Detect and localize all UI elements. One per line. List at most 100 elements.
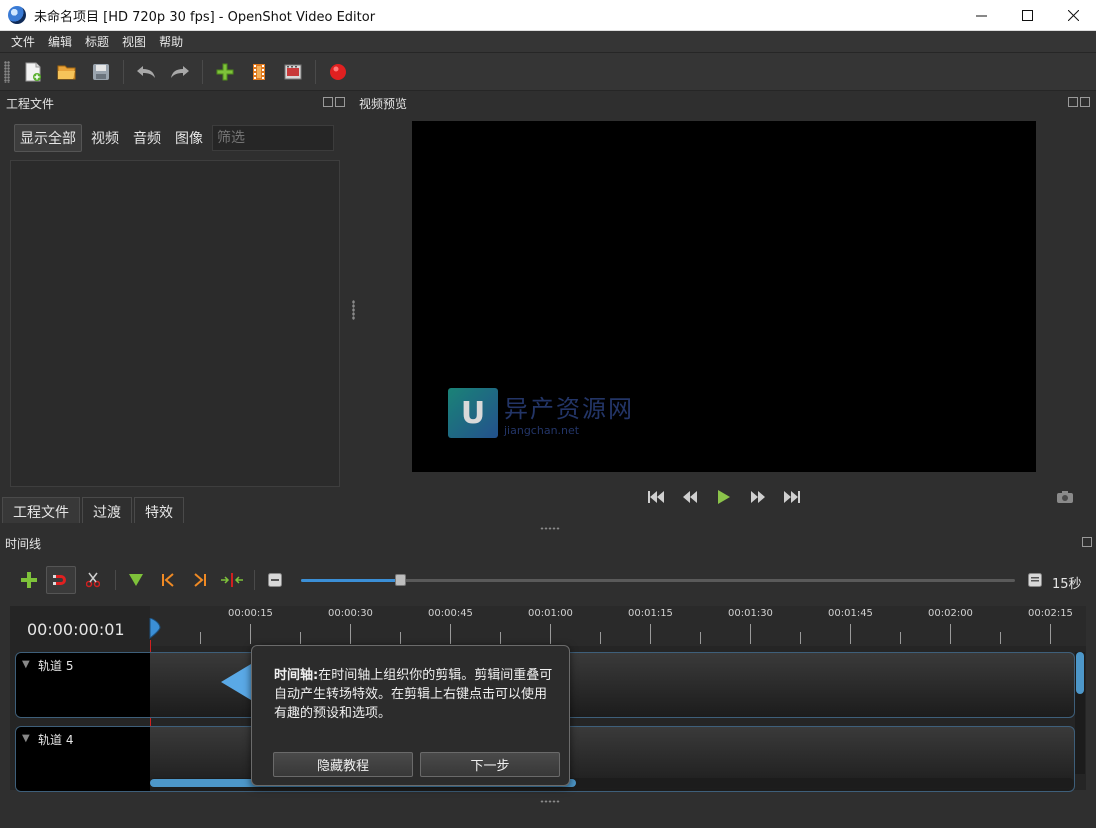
tick-label: 00:00:30 <box>328 608 373 619</box>
tick-label: 00:00:45 <box>428 608 473 619</box>
undo-button[interactable] <box>131 57 161 87</box>
filter-video-button[interactable]: 视频 <box>86 125 124 151</box>
fast-forward-icon <box>751 491 765 503</box>
toolbar-grip[interactable] <box>4 60 10 83</box>
filter-input[interactable] <box>212 125 334 151</box>
project-files-list[interactable] <box>10 160 340 487</box>
toolbar-separator <box>115 570 116 590</box>
jump-start-button[interactable] <box>645 486 667 508</box>
zoom-slider-handle[interactable] <box>395 574 406 586</box>
float-dock-icon[interactable] <box>1068 97 1078 107</box>
float-dock-icon[interactable] <box>1082 537 1092 547</box>
tab-transitions[interactable]: 过渡 <box>82 497 132 523</box>
tutorial-popover: 时间轴:在时间轴上组织你的剪辑。剪辑间重叠可自动产生转场特效。在剪辑上右键点击可… <box>251 645 570 786</box>
track-name: 轨道 4 <box>38 733 74 747</box>
vertical-splitter-handle[interactable] <box>352 300 355 320</box>
watermark-main-text: 异产资源网 <box>504 395 634 423</box>
snapping-toggle-button[interactable] <box>46 566 76 594</box>
hide-tutorial-button[interactable]: 隐藏教程 <box>273 752 413 777</box>
close-dock-icon[interactable] <box>1080 97 1090 107</box>
filter-image-button[interactable]: 图像 <box>170 125 208 151</box>
timeline-dock-buttons <box>1082 537 1092 547</box>
choose-profile-button[interactable] <box>244 57 274 87</box>
minimize-icon <box>975 15 987 17</box>
next-step-button[interactable]: 下一步 <box>420 752 560 777</box>
minimize-button[interactable] <box>958 0 1004 31</box>
tick-label: 00:01:15 <box>628 608 673 619</box>
openshot-logo-icon <box>8 6 26 24</box>
close-button[interactable] <box>1050 0 1096 31</box>
maximize-button[interactable] <box>1004 0 1050 31</box>
ruler-minor-tick <box>600 632 601 644</box>
menu-file[interactable]: 文件 <box>5 33 41 50</box>
watermark-logo: U <box>448 388 498 438</box>
redo-button[interactable] <box>165 57 195 87</box>
tab-project-files[interactable]: 工程文件 <box>2 497 80 523</box>
ruler-major-tick <box>350 624 351 644</box>
zoom-scale-label: 15秒 <box>1052 577 1082 592</box>
zoom-out-button[interactable] <box>260 566 290 594</box>
project-files-filter-bar: 显示全部 视频 音频 图像 <box>14 124 334 152</box>
open-project-icon <box>57 65 76 79</box>
open-project-button[interactable] <box>52 57 82 87</box>
zoom-in-icon <box>1028 573 1042 587</box>
scrollbar-thumb[interactable] <box>1076 652 1084 694</box>
menu-edit[interactable]: 编辑 <box>42 33 78 50</box>
ruler-minor-tick <box>700 632 701 644</box>
filter-audio-button[interactable]: 音频 <box>128 125 166 151</box>
filter-show-all-button[interactable]: 显示全部 <box>14 124 82 152</box>
center-on-playhead-button[interactable] <box>217 566 247 594</box>
horizontal-splitter-handle[interactable] <box>540 800 560 803</box>
ruler-major-tick <box>1050 624 1051 644</box>
snapshot-button[interactable] <box>1056 490 1074 507</box>
import-files-button[interactable] <box>210 57 240 87</box>
fullscreen-button[interactable] <box>278 57 308 87</box>
zoom-slider-track[interactable] <box>301 579 1015 582</box>
collapse-arrow-icon[interactable]: ▼ <box>22 733 30 744</box>
menu-help[interactable]: 帮助 <box>153 33 189 50</box>
add-track-button[interactable] <box>14 566 44 594</box>
horizontal-splitter-handle[interactable] <box>540 527 560 530</box>
ruler-major-tick <box>650 624 651 644</box>
export-video-button[interactable] <box>323 57 353 87</box>
fast-forward-button[interactable] <box>747 486 769 508</box>
track-header[interactable]: ▼ 轨道 4 <box>16 727 150 791</box>
track-header[interactable]: ▼ 轨道 5 <box>16 653 150 717</box>
center-playhead-icon <box>221 573 243 587</box>
playback-controls <box>645 486 803 508</box>
window-controls <box>958 0 1096 31</box>
menu-title[interactable]: 标题 <box>79 33 115 50</box>
tutorial-pointer-arrow <box>221 664 251 700</box>
new-project-button[interactable] <box>18 57 48 87</box>
tick-label: 00:02:15 <box>1028 608 1073 619</box>
collapse-arrow-icon[interactable]: ▼ <box>22 659 30 670</box>
camera-icon <box>1057 491 1073 503</box>
ruler-major-tick <box>550 624 551 644</box>
previous-marker-button[interactable] <box>153 566 183 594</box>
toolbar-separator <box>254 570 255 590</box>
tab-effects[interactable]: 特效 <box>134 497 184 523</box>
ruler-minor-tick <box>300 632 301 644</box>
menu-view[interactable]: 视图 <box>116 33 152 50</box>
play-button[interactable] <box>713 486 735 508</box>
play-icon <box>718 490 730 504</box>
undo-icon <box>137 65 155 78</box>
razor-tool-button[interactable] <box>78 566 108 594</box>
zoom-slider-fill <box>301 579 401 582</box>
close-dock-icon[interactable] <box>335 97 345 107</box>
timeline-vertical-scrollbar[interactable] <box>1075 652 1085 774</box>
save-project-button[interactable] <box>86 57 116 87</box>
jump-end-button[interactable] <box>781 486 803 508</box>
add-marker-button[interactable] <box>121 566 151 594</box>
rewind-button[interactable] <box>679 486 701 508</box>
import-files-icon <box>216 63 234 80</box>
playhead-handle-icon[interactable] <box>146 618 162 640</box>
next-marker-button[interactable] <box>185 566 215 594</box>
toolbar-separator <box>123 59 124 84</box>
timeline-dock-title: 时间线 <box>5 537 42 551</box>
zoom-in-button[interactable] <box>1028 573 1042 590</box>
marker-icon <box>129 574 143 586</box>
float-dock-icon[interactable] <box>323 97 333 107</box>
export-video-icon <box>330 63 346 80</box>
add-track-icon <box>21 572 37 588</box>
